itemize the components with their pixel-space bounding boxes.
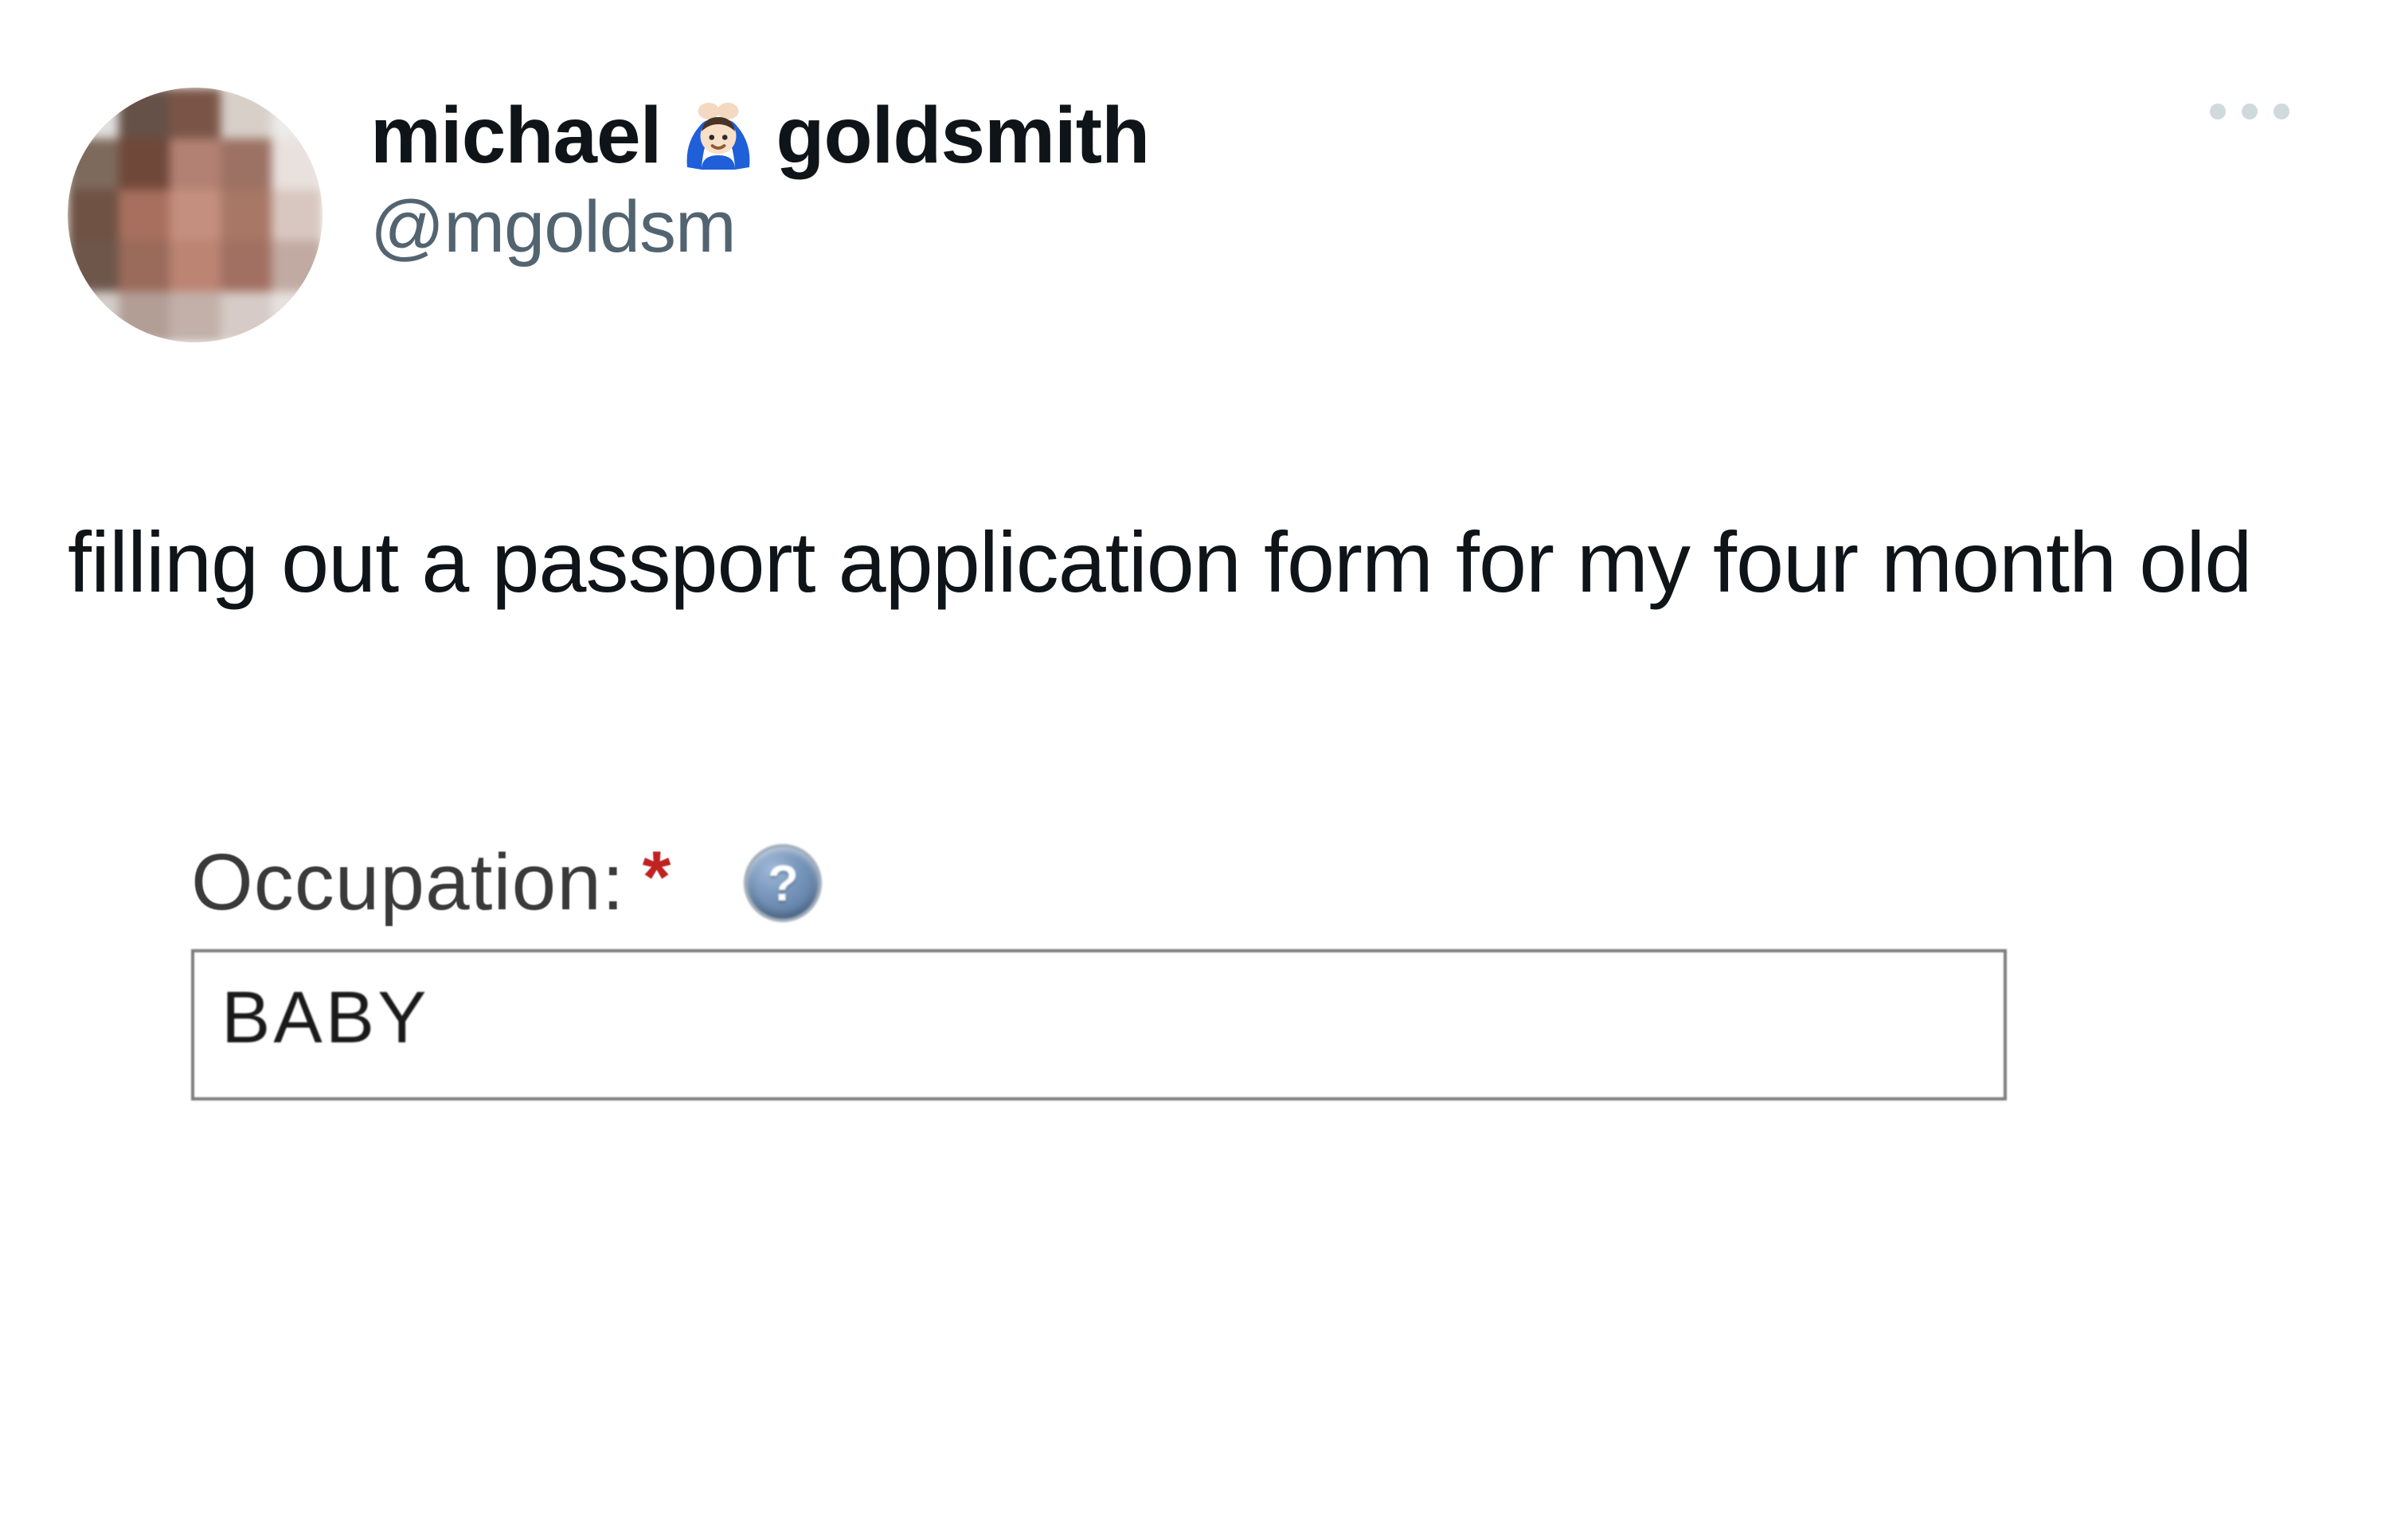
more-options-button[interactable]: [2210, 104, 2289, 119]
form-label-row: Occupation: * ?: [191, 837, 2039, 928]
required-asterisk-icon: *: [643, 836, 671, 920]
author-handle[interactable]: @mgoldsm: [370, 186, 1149, 269]
help-icon-glyph: ?: [768, 854, 799, 913]
tweet-container: michael: [0, 0, 2389, 1540]
tweet-header: michael: [68, 88, 2321, 342]
display-name-last: goldsmith: [776, 94, 1149, 178]
help-icon[interactable]: ?: [747, 847, 819, 919]
person-gesturing-ok-icon: [680, 98, 757, 174]
avatar-pixelated-image: [68, 88, 323, 342]
avatar[interactable]: [68, 88, 323, 342]
ellipsis-dot-icon: [2242, 104, 2258, 119]
display-name-first: michael: [370, 94, 661, 178]
occupation-input[interactable]: BABY: [191, 949, 2007, 1100]
embedded-form-screenshot: Occupation: * ? BABY: [191, 837, 2039, 1100]
ellipsis-dot-icon: [2274, 104, 2289, 119]
display-name[interactable]: michael: [370, 94, 1149, 178]
author-name-block: michael: [370, 88, 1149, 269]
tweet-text: filling out a passport application form …: [68, 502, 2321, 622]
ellipsis-dot-icon: [2210, 104, 2226, 119]
occupation-label: Occupation:: [191, 837, 625, 928]
